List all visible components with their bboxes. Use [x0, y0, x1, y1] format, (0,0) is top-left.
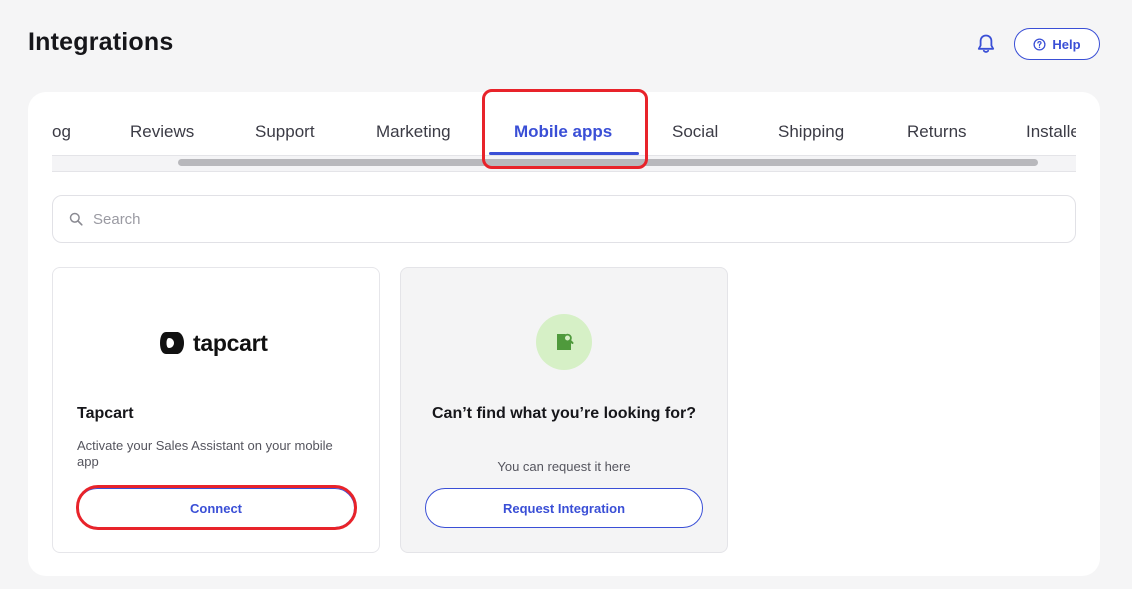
- tapcart-logo-text: tapcart: [193, 329, 268, 356]
- search-field[interactable]: [52, 195, 1076, 243]
- request-subtitle: You can request it here: [497, 459, 631, 474]
- search-icon: [69, 212, 83, 226]
- tab-scrollbar[interactable]: [52, 156, 1076, 172]
- tab-scrollbar-thumb[interactable]: [178, 159, 1038, 166]
- request-integration-card: Can’t find what you’re looking for? You …: [400, 267, 728, 553]
- document-search-icon: [557, 333, 574, 350]
- tapcart-description: Activate your Sales Assistant on your mo…: [77, 438, 333, 469]
- tab-mobile-apps[interactable]: Mobile apps: [514, 122, 612, 146]
- tab-shipping[interactable]: Shipping: [778, 122, 844, 146]
- active-tab-indicator: [489, 152, 639, 155]
- tab-marketing[interactable]: Marketing: [376, 122, 451, 146]
- tab-social[interactable]: Social: [672, 122, 718, 146]
- tapcart-logo: tapcart: [157, 328, 268, 358]
- help-label: Help: [1052, 36, 1081, 52]
- bell-icon: [977, 34, 995, 53]
- tapcart-title: Tapcart: [77, 405, 134, 422]
- notifications-button[interactable]: [974, 32, 998, 56]
- request-icon-badge: [536, 314, 592, 370]
- tapcart-logo-mark-icon: [160, 332, 184, 354]
- tab-reviews[interactable]: Reviews: [130, 122, 194, 146]
- connect-button[interactable]: Connect: [77, 488, 355, 528]
- request-title: Can’t find what you’re looking for?: [432, 405, 696, 422]
- tab-returns[interactable]: Returns: [907, 122, 967, 146]
- request-integration-button[interactable]: Request Integration: [425, 488, 703, 528]
- question-circle-icon: [1033, 37, 1046, 51]
- tapcart-card: tapcart Tapcart Activate your Sales Assi…: [52, 267, 380, 553]
- tabs-row: og Reviews Support Marketing Mobile apps…: [52, 112, 1076, 156]
- tab-bar: og Reviews Support Marketing Mobile apps…: [52, 112, 1076, 174]
- tab-catalog[interactable]: og: [52, 122, 71, 146]
- tab-support[interactable]: Support: [255, 122, 315, 146]
- help-button[interactable]: Help: [1014, 28, 1100, 60]
- search-input[interactable]: [93, 210, 993, 228]
- tab-installed[interactable]: Installe: [1026, 122, 1076, 146]
- integrations-panel: og Reviews Support Marketing Mobile apps…: [28, 89, 1100, 576]
- page-title: Integrations: [28, 28, 174, 56]
